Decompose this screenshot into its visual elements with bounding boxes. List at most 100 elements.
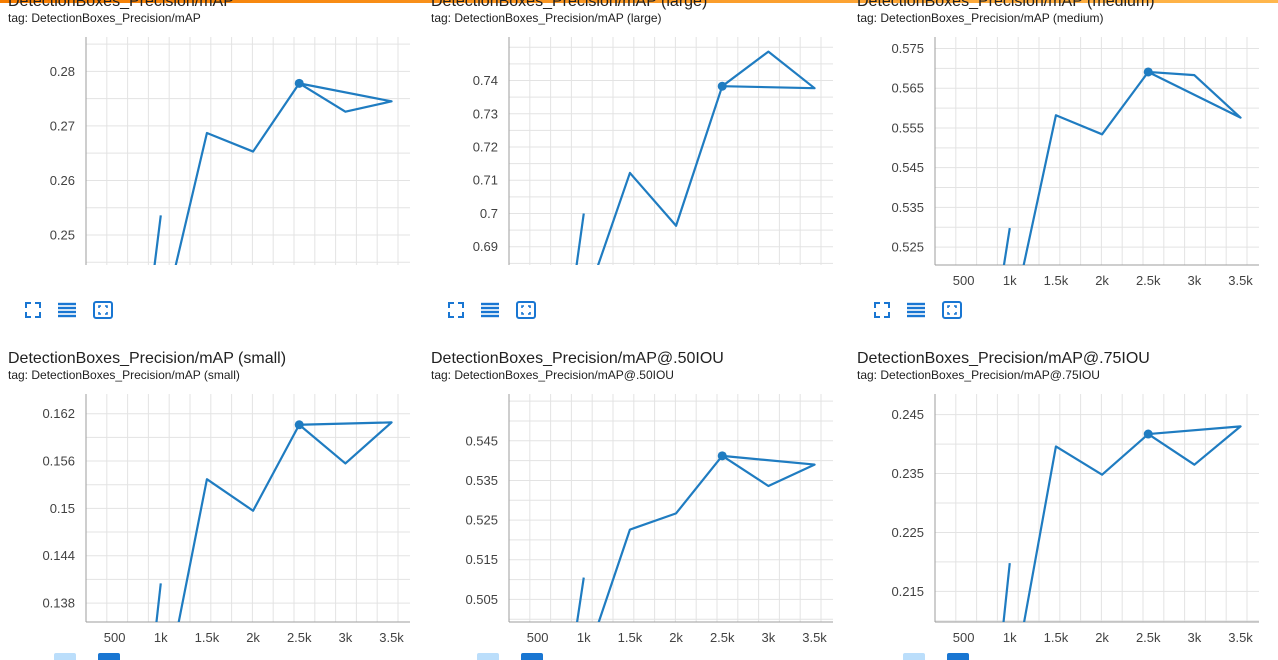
toggle-log-icon[interactable]	[56, 299, 78, 321]
chart-title: DetectionBoxes_Precision/mAP (large)	[431, 0, 708, 10]
y-tick-label: 0.138	[42, 596, 75, 611]
chart-title: DetectionBoxes_Precision/mAP (medium)	[857, 0, 1155, 10]
highlight-point[interactable]	[294, 78, 304, 88]
y-tick-label: 0.25	[50, 228, 75, 243]
toggle-log-icon[interactable]	[905, 299, 927, 321]
x-tick-label: 3k	[339, 630, 353, 645]
expand-icon[interactable]	[92, 299, 114, 321]
x-tick-label: 2.5k	[710, 630, 735, 645]
y-tick-label: 0.215	[891, 584, 924, 599]
y-tick-label: 0.525	[465, 513, 498, 528]
y-tick-label: 0.28	[50, 64, 75, 79]
y-tick-label: 0.535	[465, 473, 498, 488]
y-tick-label: 0.69	[473, 239, 498, 254]
y-tick-label: 0.7	[480, 206, 498, 221]
chart-plot: 0.28 0.27 0.26 0.25	[50, 37, 410, 265]
chart-plot: 0.74 0.73 0.72 0.71 0.7 0.69	[473, 37, 833, 265]
y-tick-label: 0.72	[473, 140, 498, 155]
fit-domain-icon[interactable]	[871, 299, 893, 321]
x-tick-label: 500	[953, 273, 975, 288]
chart-card-map-75iou: DetectionBoxes_Precision/mAP@.75IOU tag:…	[857, 350, 1277, 650]
chart-card-map-50iou: DetectionBoxes_Precision/mAP@.50IOU tag:…	[431, 350, 851, 650]
highlight-point[interactable]	[294, 420, 304, 430]
x-tick-label: 1k	[154, 630, 168, 645]
series-line	[597, 454, 816, 622]
chart-title: DetectionBoxes_Precision/mAP	[8, 0, 234, 10]
clipped-icon[interactable]	[521, 653, 543, 660]
x-tick-label: 500	[527, 630, 549, 645]
x-tick-label: 2k	[246, 630, 260, 645]
y-tick-label: 0.555	[891, 120, 924, 135]
expand-icon[interactable]	[941, 299, 963, 321]
highlight-point[interactable]	[1143, 429, 1153, 439]
y-tick-label: 0.525	[891, 240, 924, 255]
y-tick-label: 0.575	[891, 41, 924, 56]
x-tick-label: 1.5k	[1044, 273, 1069, 288]
x-tick-label: 1k	[1003, 630, 1017, 645]
y-tick-label: 0.535	[891, 200, 924, 215]
x-tick-label: 3k	[1188, 630, 1202, 645]
clipped-icon[interactable]	[903, 653, 925, 660]
chart-tag: tag: DetectionBoxes_Precision/mAP@.75IOU	[857, 368, 1100, 382]
chart-card-map-large: DetectionBoxes_Precision/mAP (large) tag…	[431, 0, 851, 333]
y-tick-label: 0.73	[473, 106, 498, 121]
series-line	[174, 82, 393, 265]
chart-plot: 0.575 0.565 0.555 0.545 0.535 0.525 500 1k 1.5k 2…	[891, 37, 1259, 288]
chart-card-map: DetectionBoxes_Precision/mAP tag: Detect…	[8, 0, 428, 333]
series-line-fragment	[153, 215, 162, 265]
highlight-point[interactable]	[717, 81, 727, 91]
x-tick-label: 2.5k	[287, 630, 312, 645]
chart-plot: 0.245 0.235 0.225 0.215 500 1k 1.5k 2k 2.5k 3k 3.5…	[891, 394, 1259, 645]
chart-tag: tag: DetectionBoxes_Precision/mAP (small…	[8, 368, 240, 382]
series-line	[1023, 425, 1242, 622]
highlight-point[interactable]	[1143, 67, 1153, 77]
fit-domain-icon[interactable]	[445, 299, 467, 321]
chart-title: DetectionBoxes_Precision/mAP (small)	[8, 350, 287, 367]
toggle-log-icon[interactable]	[479, 299, 501, 321]
clipped-icon[interactable]	[947, 653, 969, 660]
chart-tag: tag: DetectionBoxes_Precision/mAP (large…	[431, 11, 662, 25]
chart-plot: 0.545 0.535 0.525 0.515 0.505 500 1k 1.5k 2k 2.5k…	[465, 394, 833, 645]
clipped-toolbar	[477, 653, 543, 660]
y-tick-label: 0.156	[42, 454, 75, 469]
x-tick-label: 2k	[1095, 630, 1109, 645]
x-tick-label: 2.5k	[1136, 273, 1161, 288]
x-tick-label: 1k	[577, 630, 591, 645]
series-line	[596, 50, 816, 265]
x-tick-label: 1.5k	[195, 630, 220, 645]
fit-domain-icon[interactable]	[22, 299, 44, 321]
series-line	[177, 421, 393, 622]
y-tick-label: 0.144	[42, 548, 75, 563]
y-tick-label: 0.71	[473, 173, 498, 188]
y-tick-label: 0.545	[891, 160, 924, 175]
x-tick-label: 2.5k	[1136, 630, 1161, 645]
chart-plot: 0.162 0.156 0.15 0.144 0.138 500 1k 1.5k 2k 2.5k 3…	[42, 394, 410, 645]
x-tick-label: 500	[104, 630, 126, 645]
clipped-icon[interactable]	[477, 653, 499, 660]
y-tick-label: 0.225	[891, 525, 924, 540]
clipped-toolbar	[903, 653, 969, 660]
x-tick-label: 1k	[1003, 273, 1017, 288]
highlight-point[interactable]	[717, 451, 727, 461]
chart-title: DetectionBoxes_Precision/mAP@.50IOU	[431, 350, 724, 367]
y-tick-label: 0.15	[50, 501, 75, 516]
x-tick-label: 3.5k	[802, 630, 827, 645]
x-tick-label: 2k	[1095, 273, 1109, 288]
y-tick-label: 0.565	[891, 81, 924, 96]
chart-card-map-small: DetectionBoxes_Precision/mAP (small) tag…	[8, 350, 428, 650]
expand-icon[interactable]	[515, 299, 537, 321]
x-tick-label: 1.5k	[618, 630, 643, 645]
x-tick-label: 500	[953, 630, 975, 645]
clipped-icon[interactable]	[98, 653, 120, 660]
y-tick-label: 0.505	[465, 592, 498, 607]
chart-card-map-medium: DetectionBoxes_Precision/mAP (medium) ta…	[857, 0, 1277, 333]
y-tick-label: 0.235	[891, 466, 924, 481]
y-tick-label: 0.74	[473, 73, 498, 88]
chart-title: DetectionBoxes_Precision/mAP@.75IOU	[857, 350, 1150, 367]
clipped-icon[interactable]	[54, 653, 76, 660]
x-tick-label: 1.5k	[1044, 630, 1069, 645]
x-tick-label: 3.5k	[1228, 630, 1253, 645]
x-tick-label: 3k	[762, 630, 776, 645]
x-tick-label: 3k	[1188, 273, 1202, 288]
y-tick-label: 0.545	[465, 433, 498, 448]
